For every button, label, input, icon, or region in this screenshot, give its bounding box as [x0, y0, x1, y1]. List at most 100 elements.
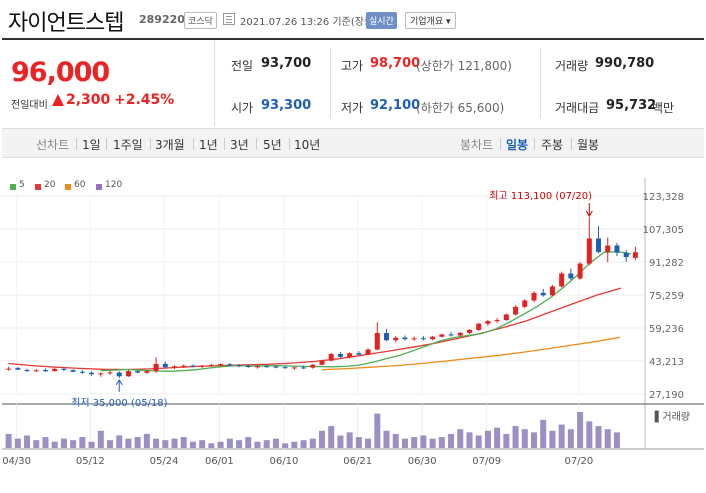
candle-body — [89, 372, 95, 375]
volume-bar — [24, 435, 31, 448]
volume-bar — [595, 426, 602, 448]
volume-bar — [521, 429, 528, 448]
candle-body — [522, 300, 528, 307]
change-amount: 2,300 — [66, 92, 111, 108]
volume-bar — [586, 421, 593, 448]
y-tick-label: 91,282 — [649, 258, 684, 269]
candle-body — [632, 252, 638, 258]
volume-bar — [282, 443, 289, 448]
candle-body — [596, 238, 602, 253]
y-tick-label: 107,305 — [643, 225, 684, 236]
candle-body — [420, 338, 426, 340]
candle-body — [485, 321, 491, 324]
candle-body — [402, 337, 408, 340]
tab-separator — [571, 138, 572, 150]
tab-10y[interactable]: 10년 — [294, 136, 320, 153]
tab-1d[interactable]: 1일 — [82, 136, 101, 153]
candle-body — [586, 238, 592, 264]
candle-body — [310, 364, 316, 368]
candle-body — [374, 333, 380, 350]
volume-bar — [457, 429, 464, 448]
x-tick-label: 06/10 — [269, 456, 298, 467]
tab-1y[interactable]: 1년 — [199, 136, 218, 153]
volume-bar — [346, 432, 353, 448]
volume-bar — [475, 435, 482, 448]
volume-bar — [531, 432, 537, 448]
candle-body — [448, 334, 454, 336]
change-label: 전일대비 — [11, 100, 48, 111]
tab-3y[interactable]: 3년 — [230, 136, 249, 153]
tab-5y[interactable]: 5년 — [263, 136, 282, 153]
current-price: 96,000 — [11, 57, 110, 88]
open-label: 시가 — [231, 101, 254, 115]
tab-monthly[interactable]: 월봉 — [577, 136, 599, 153]
volume-bar — [208, 443, 215, 448]
volume-bar — [549, 430, 556, 448]
low-label: 저가 — [341, 101, 364, 115]
trade-amount-label: 거래대금 — [555, 101, 600, 115]
x-tick-label: 04/30 — [2, 456, 31, 467]
candle-body — [70, 370, 76, 372]
volume-label: ▌거래량 — [654, 410, 690, 423]
company-overview-dropdown[interactable]: 기업개요 ▾ — [405, 12, 456, 29]
volume-bar — [116, 435, 123, 448]
volume-bar — [540, 419, 547, 448]
volume-bar — [134, 437, 141, 448]
candle-body — [605, 245, 611, 253]
lower-limit: (하한가 65,600) — [416, 101, 505, 115]
tab-separator — [224, 138, 225, 150]
volume-bar — [180, 437, 187, 448]
candle-body — [503, 314, 509, 321]
candle-body — [264, 366, 270, 368]
volume-bar — [79, 437, 86, 448]
high-annotation: 최고 113,100 (07/20) — [489, 190, 592, 202]
tab-weekly[interactable]: 주봉 — [541, 136, 563, 153]
y-tick-label: 59,236 — [649, 324, 684, 335]
candle-body — [356, 353, 362, 355]
tab-3m[interactable]: 3개월 — [155, 136, 185, 153]
volume-bar — [337, 435, 344, 448]
volume-bar — [448, 433, 455, 448]
realtime-button[interactable]: 실시간 — [366, 12, 397, 29]
volume-bar — [60, 438, 67, 448]
x-tick-label: 07/09 — [472, 456, 501, 467]
candle-body — [623, 252, 629, 258]
candle-body — [393, 337, 399, 341]
candle-body — [273, 366, 279, 368]
tab-1w[interactable]: 1주일 — [113, 136, 143, 153]
x-tick-label: 06/21 — [343, 456, 372, 467]
volume-bar — [236, 440, 243, 448]
candle-body — [190, 365, 196, 367]
volume-bar — [143, 433, 150, 448]
quote-datetime: 2021.07.26 13:26 기준(장중) — [240, 17, 378, 28]
candle-body — [347, 353, 353, 357]
candle-body — [153, 363, 159, 372]
x-tick-label: 06/30 — [408, 456, 437, 467]
volume-bar — [254, 441, 261, 448]
volume-bar — [429, 438, 436, 448]
volume-bar — [309, 438, 316, 448]
tab-separator — [106, 138, 107, 150]
volume-bar — [263, 440, 270, 448]
tab-separator — [150, 138, 151, 150]
volume-bar — [107, 440, 113, 448]
candle-body — [245, 365, 251, 367]
volume-bar — [567, 429, 574, 448]
candle-body — [384, 333, 390, 341]
trade-amount-value: 95,732 — [606, 98, 657, 113]
candle-body — [301, 367, 307, 369]
candle-body — [144, 371, 150, 373]
x-tick-label: 07/20 — [564, 456, 593, 467]
candle-body — [52, 368, 58, 372]
volume-bar — [125, 438, 132, 448]
candle-body — [254, 366, 260, 368]
open-value: 93,300 — [261, 98, 312, 113]
candle-body — [540, 292, 546, 296]
tab-separator — [76, 138, 77, 150]
change-rate: +2.45% — [114, 92, 175, 108]
volume-bar — [272, 438, 279, 448]
volume-bar — [97, 430, 104, 448]
price-chart[interactable]: 5 20 60 120 123,328 107,305 91,282 75,259 59… — [0, 158, 706, 493]
volume-bar — [420, 435, 427, 448]
tab-daily[interactable]: 일봉 — [506, 136, 528, 153]
